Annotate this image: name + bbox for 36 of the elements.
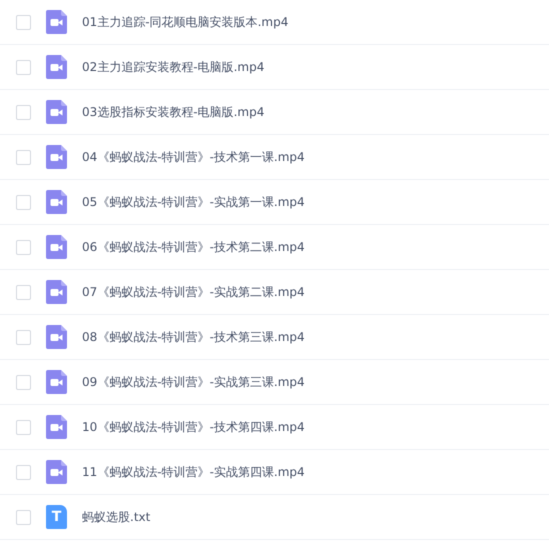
checkbox[interactable]	[16, 194, 31, 210]
video-file-icon	[46, 280, 67, 304]
checkbox[interactable]	[16, 330, 31, 344]
file-name[interactable]: 09《蚂蚁战法-特训营》-实战第三课.mp4	[82, 374, 305, 390]
checkbox[interactable]	[16, 240, 31, 254]
file-name[interactable]: 06《蚂蚁战法-特训营》-技术第二课.mp4	[82, 238, 305, 256]
video-file-icon	[46, 460, 67, 484]
video-file-icon	[46, 55, 67, 79]
video-file-icon	[46, 10, 67, 34]
file-name[interactable]: 07《蚂蚁战法-特训营》-实战第二课.mp4	[82, 284, 305, 300]
checkbox[interactable]	[16, 464, 31, 480]
file-name[interactable]: 11《蚂蚁战法-特训营》-实战第四课.mp4	[82, 464, 305, 480]
checkbox[interactable]	[16, 284, 31, 300]
video-file-icon	[46, 190, 67, 214]
video-file-icon	[46, 370, 67, 394]
video-file-icon	[46, 325, 67, 349]
video-file-icon	[46, 100, 67, 124]
checkbox[interactable]	[16, 150, 31, 164]
checkbox[interactable]	[16, 104, 31, 120]
checkbox[interactable]	[16, 510, 31, 524]
text-file-icon: T	[46, 505, 67, 529]
file-name[interactable]: 蚂蚁选股.txt	[82, 508, 150, 526]
file-name[interactable]: 01主力追踪-同花顺电脑安装版本.mp4	[82, 14, 288, 30]
video-file-icon	[46, 145, 67, 169]
file-name[interactable]: 04《蚂蚁战法-特训营》-技术第一课.mp4	[82, 148, 305, 166]
checkbox[interactable]	[16, 374, 31, 390]
file-name[interactable]: 10《蚂蚁战法-特训营》-技术第四课.mp4	[82, 418, 305, 436]
video-file-icon	[46, 415, 67, 439]
video-file-icon	[46, 235, 67, 259]
file-name[interactable]: 03选股指标安装教程-电脑版.mp4	[82, 104, 264, 120]
file-name[interactable]: 02主力追踪安装教程-电脑版.mp4	[82, 58, 264, 76]
file-name[interactable]: 08《蚂蚁战法-特训营》-技术第三课.mp4	[82, 328, 305, 346]
checkbox[interactable]	[16, 14, 31, 30]
file-name[interactable]: 05《蚂蚁战法-特训营》-实战第一课.mp4	[82, 194, 305, 210]
checkbox[interactable]	[16, 420, 31, 434]
checkbox[interactable]	[16, 60, 31, 74]
